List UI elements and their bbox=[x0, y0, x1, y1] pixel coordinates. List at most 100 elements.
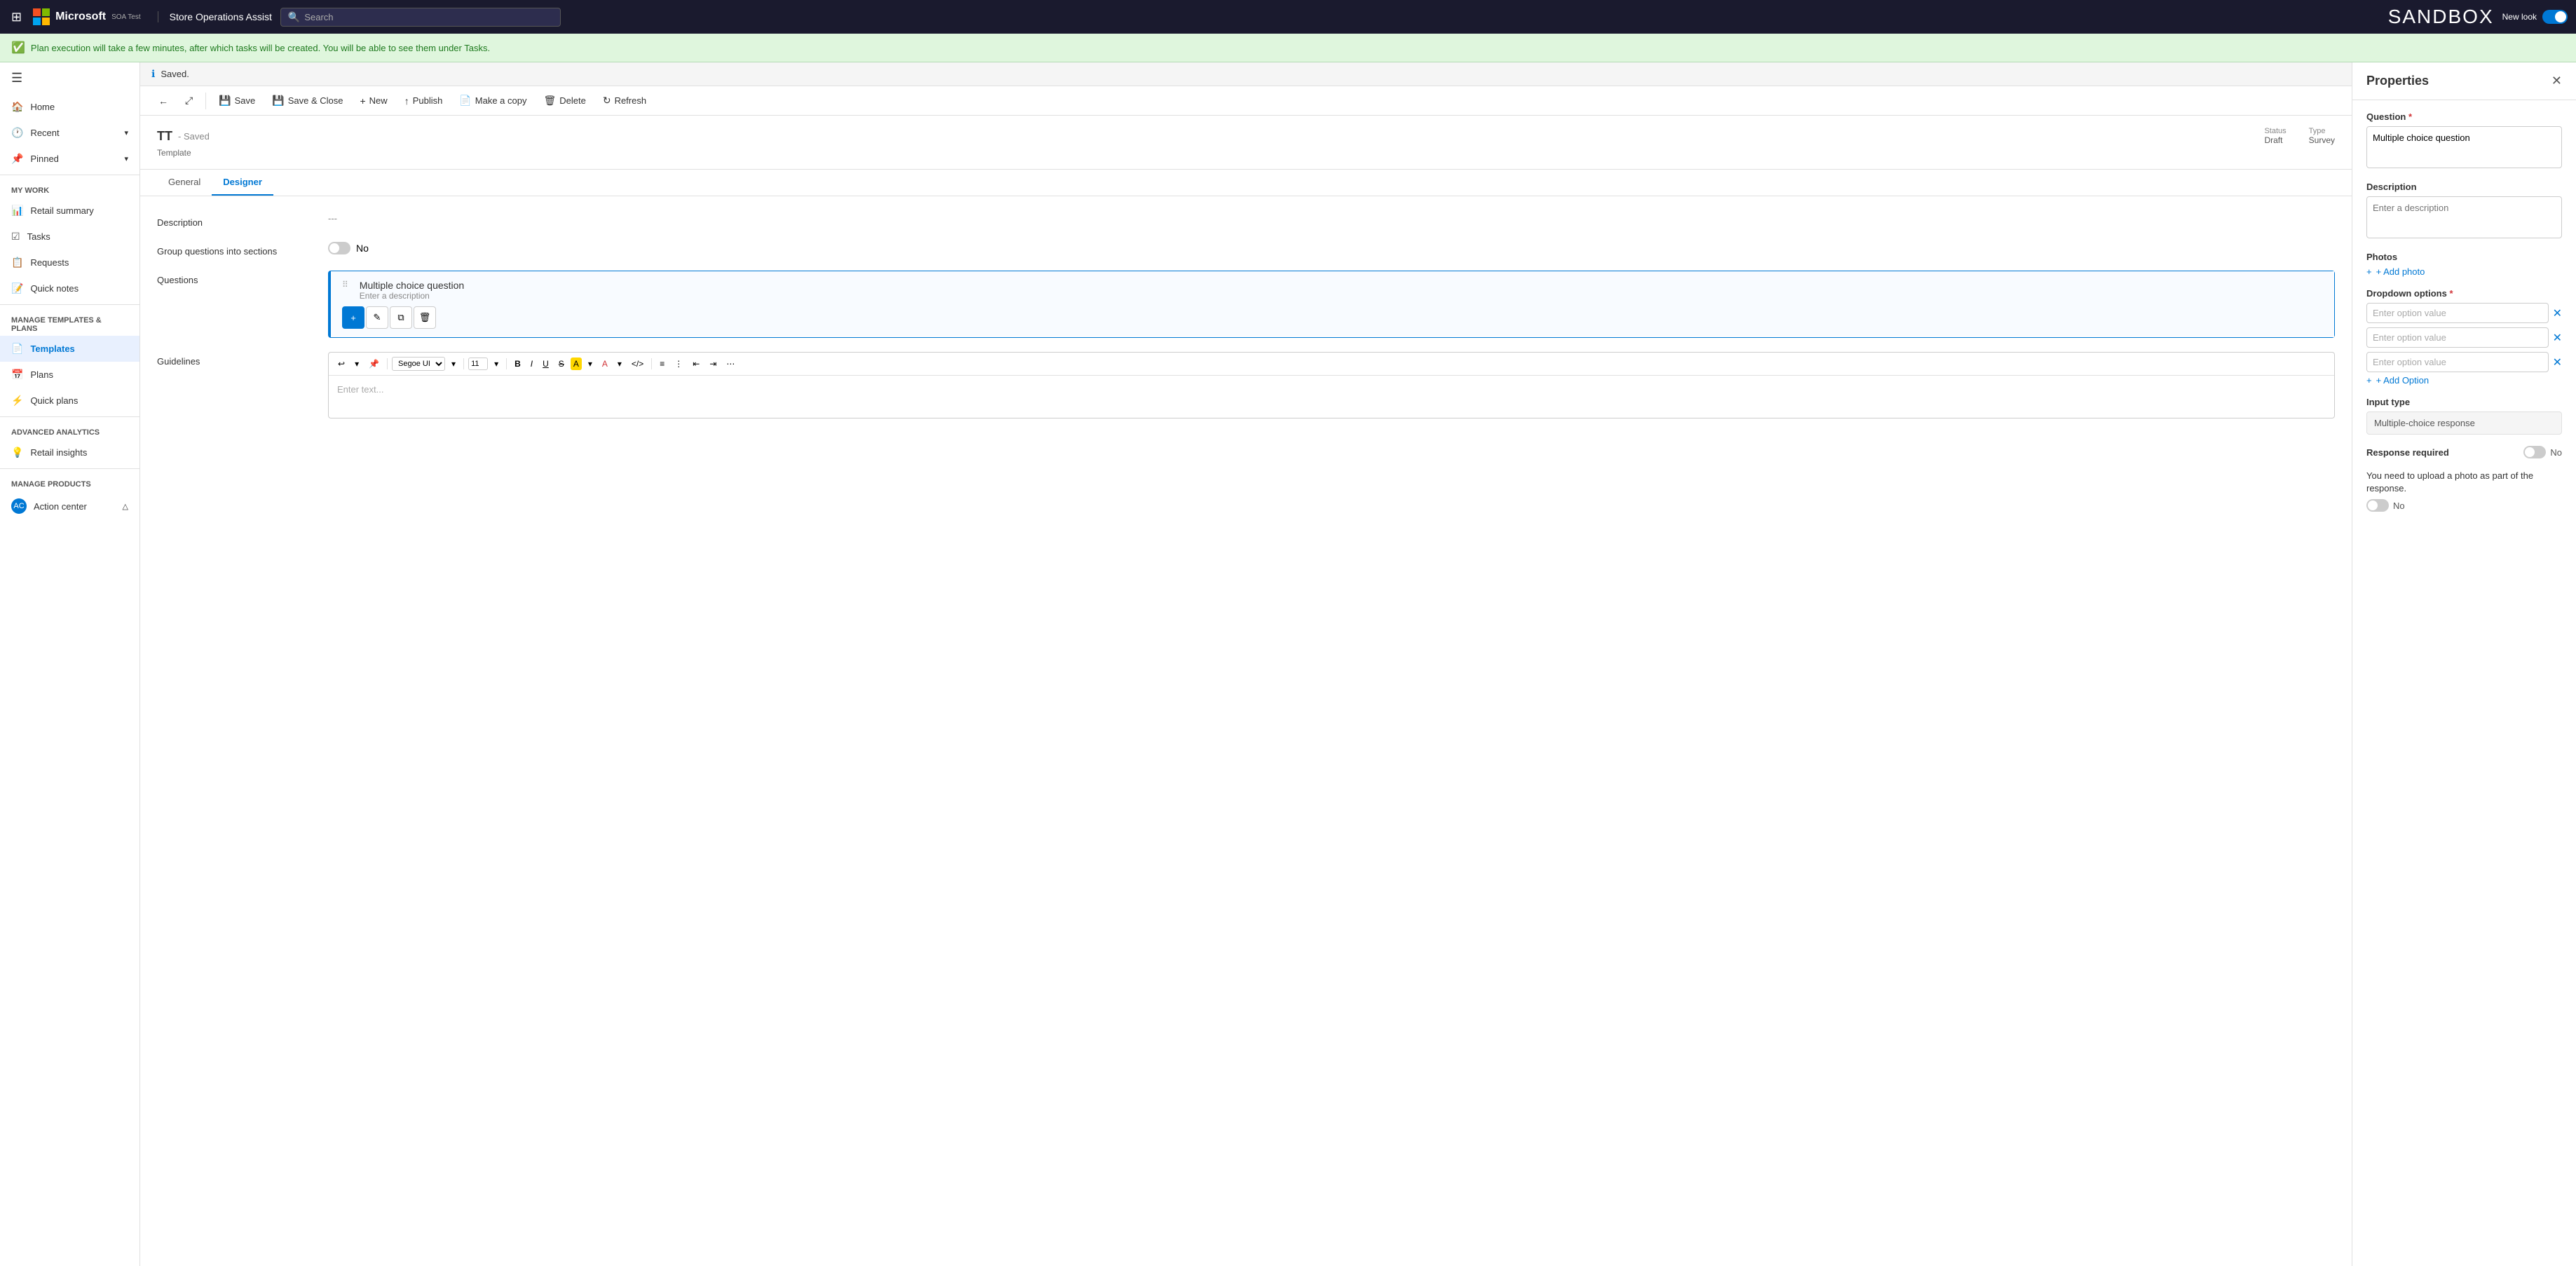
top-nav: ⊞ Microsoft SOA Test Store Operations As… bbox=[0, 0, 2576, 34]
option-row-1: ✕ bbox=[2366, 303, 2562, 323]
close-panel-button[interactable]: ✕ bbox=[2551, 74, 2562, 88]
copy-button[interactable]: 📄 Make a copy bbox=[452, 90, 533, 111]
tab-designer[interactable]: Designer bbox=[212, 170, 273, 196]
sidebar-item-retail-summary[interactable]: 📊 Retail summary bbox=[0, 198, 139, 224]
code-btn[interactable]: </> bbox=[628, 357, 647, 371]
font-color-btn[interactable]: A bbox=[599, 357, 611, 371]
response-required-toggle[interactable] bbox=[2523, 446, 2546, 458]
add-photo-label: + Add photo bbox=[2376, 266, 2425, 277]
undo-dropdown-btn[interactable]: ▾ bbox=[351, 357, 362, 371]
sidebar-item-plans[interactable]: 📅 Plans bbox=[0, 362, 139, 388]
pinned-icon: 📌 bbox=[11, 153, 23, 165]
tab-general[interactable]: General bbox=[157, 170, 212, 196]
underline-btn[interactable]: U bbox=[539, 357, 552, 371]
pin-btn[interactable]: 📌 bbox=[365, 357, 383, 371]
sidebar-item-recent[interactable]: 🕐 Recent ▾ bbox=[0, 120, 139, 146]
refresh-button[interactable]: ↻ Refresh bbox=[596, 90, 653, 111]
quick-notes-icon: 📝 bbox=[11, 283, 23, 294]
option-input-2[interactable] bbox=[2366, 327, 2549, 348]
sidebar-item-quick-notes[interactable]: 📝 Quick notes bbox=[0, 275, 139, 301]
search-input[interactable] bbox=[304, 12, 553, 22]
manage-title: Manage templates & plans bbox=[0, 308, 139, 336]
hamburger-icon[interactable]: ☰ bbox=[0, 62, 139, 94]
questions-row: Questions ⠿ Multiple choice question Ent… bbox=[157, 271, 2335, 338]
option-remove-1[interactable]: ✕ bbox=[2553, 306, 2562, 320]
save-close-icon: 💾 bbox=[272, 95, 284, 107]
new-look-switch[interactable] bbox=[2542, 10, 2568, 24]
sidebar-item-action-center[interactable]: AC Action center △ bbox=[0, 491, 139, 521]
templates-icon: 📄 bbox=[11, 343, 23, 355]
guidelines-row: Guidelines ↩ ▾ 📌 Segoe UI ▾ ▾ bbox=[157, 352, 2335, 418]
save-button[interactable]: 💾 Save bbox=[212, 90, 262, 111]
question-copy-btn[interactable]: ⧉ bbox=[390, 306, 412, 329]
sidebar-item-requests[interactable]: 📋 Requests bbox=[0, 250, 139, 275]
delete-button[interactable]: 🗑 Delete bbox=[536, 90, 592, 111]
soa-test: SOA Test bbox=[111, 13, 141, 21]
bullet-list-btn[interactable]: ≡ bbox=[656, 357, 668, 371]
numbered-list-btn[interactable]: ⋮ bbox=[671, 357, 686, 371]
indent-decrease-btn[interactable]: ⇤ bbox=[689, 357, 703, 371]
strikethrough-btn[interactable]: S bbox=[555, 357, 568, 371]
info-text: Plan execution will take a few minutes, … bbox=[31, 43, 490, 53]
new-button[interactable]: + New bbox=[353, 91, 394, 111]
highlight-dropdown-btn[interactable]: ▾ bbox=[585, 357, 596, 371]
expand-button[interactable]: ⤢ bbox=[178, 90, 200, 111]
font-size-dropdown-btn[interactable]: ▾ bbox=[491, 357, 502, 371]
font-dropdown-btn[interactable]: ▾ bbox=[448, 357, 459, 371]
add-photo-button[interactable]: + + Add photo bbox=[2366, 266, 2425, 277]
upload-note-text: You need to upload a photo as part of th… bbox=[2366, 470, 2533, 494]
option-input-1[interactable] bbox=[2366, 303, 2549, 323]
group-questions-value: No bbox=[356, 243, 369, 254]
option-remove-2[interactable]: ✕ bbox=[2553, 331, 2562, 345]
option-remove-3[interactable]: ✕ bbox=[2553, 355, 2562, 369]
font-select[interactable]: Segoe UI bbox=[392, 357, 445, 371]
search-box[interactable]: 🔍 bbox=[280, 8, 561, 27]
option-row-3: ✕ bbox=[2366, 352, 2562, 372]
refresh-label: Refresh bbox=[615, 95, 647, 106]
font-color-dropdown-btn[interactable]: ▾ bbox=[614, 357, 625, 371]
photos-section: Photos + + Add photo bbox=[2366, 252, 2562, 277]
question-delete-btn[interactable]: 🗑 bbox=[414, 306, 436, 329]
sep2 bbox=[463, 358, 464, 369]
response-required-row: Response required No bbox=[2366, 446, 2562, 458]
publish-button[interactable]: ↑ Publish bbox=[397, 91, 450, 111]
highlight-btn[interactable]: A bbox=[571, 358, 582, 370]
sidebar-item-pinned[interactable]: 📌 Pinned ▾ bbox=[0, 146, 139, 172]
toolbar-divider-1 bbox=[205, 93, 206, 109]
font-size-input[interactable] bbox=[468, 358, 488, 370]
sidebar-item-home[interactable]: 🏠 Home bbox=[0, 94, 139, 120]
copy-label: Make a copy bbox=[475, 95, 527, 106]
description-textarea[interactable] bbox=[2366, 196, 2562, 238]
new-look-toggle[interactable]: New look bbox=[2502, 10, 2568, 24]
save-close-button[interactable]: 💾 Save & Close bbox=[265, 90, 350, 111]
sidebar-item-templates[interactable]: 📄 Templates bbox=[0, 336, 139, 362]
sidebar-item-retail-insights[interactable]: 💡 Retail insights bbox=[0, 440, 139, 465]
question-item[interactable]: ⠿ Multiple choice question Enter a descr… bbox=[329, 271, 2334, 337]
sidebar-item-quick-plans[interactable]: ⚡ Quick plans bbox=[0, 388, 139, 414]
option-input-3[interactable] bbox=[2366, 352, 2549, 372]
bold-btn[interactable]: B bbox=[511, 357, 524, 371]
question-textarea[interactable]: Multiple choice question bbox=[2366, 126, 2562, 168]
guidelines-box: ↩ ▾ 📌 Segoe UI ▾ ▾ B I bbox=[328, 352, 2335, 418]
question-add-btn[interactable]: + bbox=[342, 306, 364, 329]
group-questions-toggle[interactable] bbox=[328, 242, 350, 254]
grid-icon[interactable]: ⊞ bbox=[8, 7, 25, 27]
recent-icon: 🕐 bbox=[11, 127, 23, 139]
upload-note-toggle[interactable] bbox=[2366, 499, 2389, 512]
input-type-value: Multiple-choice response bbox=[2366, 411, 2562, 435]
upload-note-value: No bbox=[2393, 501, 2405, 511]
back-button[interactable]: ← bbox=[151, 91, 175, 111]
more-btn[interactable]: ⋯ bbox=[723, 357, 738, 371]
content-area: ℹ Saved. ← ⤢ 💾 Save 💾 Save & Close + New bbox=[140, 62, 2352, 1266]
add-option-button[interactable]: + + Add Option bbox=[2366, 375, 2429, 386]
undo-btn[interactable]: ↩ bbox=[334, 357, 348, 371]
response-required-value: No bbox=[2550, 447, 2562, 458]
guidelines-input[interactable]: Enter text... bbox=[329, 376, 2334, 418]
indent-increase-btn[interactable]: ⇥ bbox=[706, 357, 720, 371]
sidebar-item-tasks[interactable]: ☑ Tasks bbox=[0, 224, 139, 250]
italic-btn[interactable]: I bbox=[527, 357, 536, 371]
question-edit-btn[interactable]: ✎ bbox=[366, 306, 388, 329]
draft-label: Draft bbox=[2264, 135, 2286, 145]
sep3 bbox=[506, 358, 507, 369]
right-panel: Properties ✕ Question * Multiple choice … bbox=[2352, 62, 2576, 1266]
